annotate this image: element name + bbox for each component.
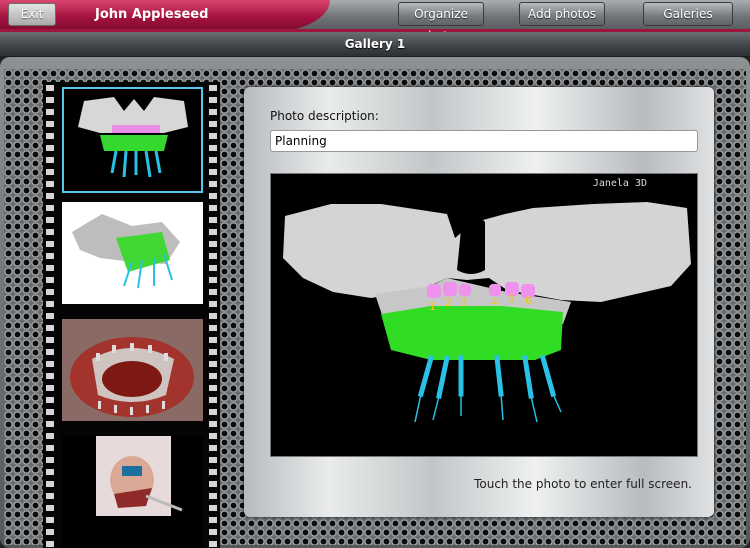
add-photos-button[interactable]: Add photos — [519, 2, 605, 26]
implant-label-2: 2 — [445, 296, 452, 309]
thumbnail-patient-procedure[interactable] — [62, 436, 203, 548]
implant-label-6: 6 — [525, 294, 532, 307]
implant-label-3: 3 — [460, 296, 467, 309]
implant-label-4: 4 — [491, 296, 498, 309]
main-photo[interactable]: Janela 3D 1 2 3 4 5 6 — [270, 173, 698, 457]
galleries-button[interactable]: Galeries — [643, 2, 733, 26]
film-perforations-right — [209, 82, 217, 548]
title-bar: Gallery 1 — [0, 32, 750, 57]
thumbnail-jaw-frontal[interactable] — [62, 87, 203, 193]
organize-photos-button[interactable]: Organize photos — [398, 2, 484, 43]
fullscreen-hint: Touch the photo to enter full screen. — [474, 477, 692, 491]
top-bar: Exit John Appleseed Organize photos Add … — [0, 0, 750, 43]
implant-label-1: 1 — [429, 300, 436, 313]
implant-label-5: 5 — [508, 292, 515, 305]
page-title: Gallery 1 — [344, 37, 406, 51]
photo-detail-panel: Photo description: Planning Janela 3D 1 … — [244, 87, 714, 517]
exit-button[interactable]: Exit — [8, 3, 56, 26]
photo-watermark: Janela 3D — [592, 178, 647, 189]
film-strip[interactable] — [43, 82, 220, 548]
thumbnail-surgical-implants[interactable] — [62, 319, 203, 421]
description-label: Photo description: — [270, 109, 379, 123]
content-area: Photo description: Planning Janela 3D 1 … — [0, 57, 750, 548]
description-field[interactable]: Planning — [270, 130, 698, 152]
thumbnail-jaw-oblique[interactable] — [62, 202, 203, 304]
user-name: John Appleseed — [95, 7, 209, 22]
film-perforations-left — [46, 82, 54, 548]
